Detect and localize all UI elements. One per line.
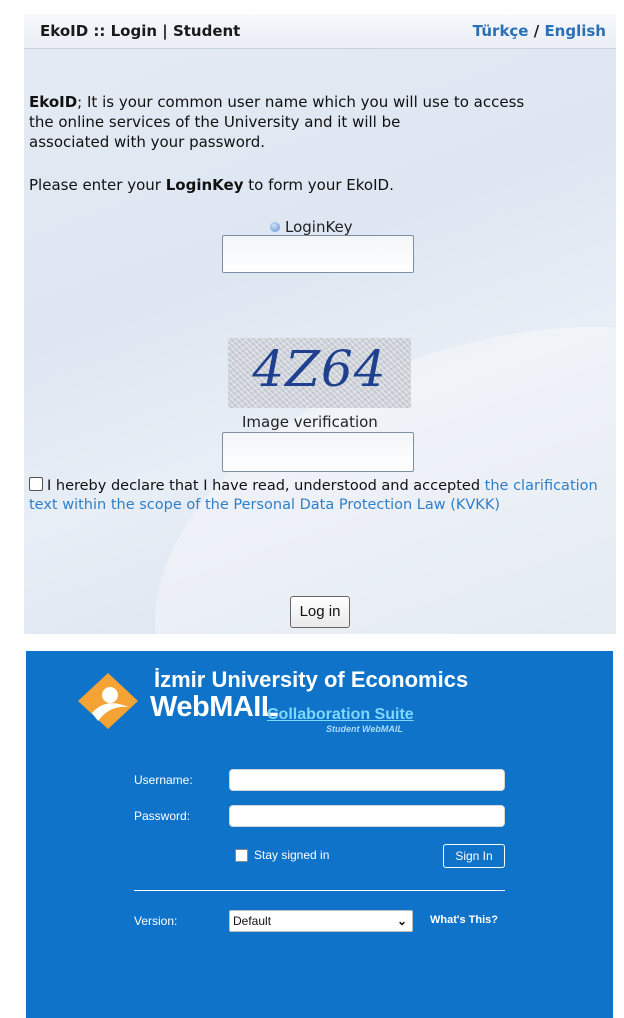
whats-this-link[interactable]: What's This? (430, 914, 498, 926)
version-select[interactable]: Default ⌄ (229, 910, 413, 932)
divider (134, 890, 505, 891)
password-label: Password: (134, 809, 191, 823)
university-name: İzmir University of Economics (154, 667, 469, 692)
version-selected-value: Default (233, 914, 272, 928)
intro-ekoid-term: EkoID (29, 93, 78, 111)
prompt-loginkey: LoginKey (165, 176, 244, 194)
prompt-post: to form your EkoID. (243, 176, 394, 194)
prompt-pre: Please enter your (29, 176, 166, 194)
version-label: Version: (134, 914, 178, 928)
student-webmail-subtitle: Student WebMAIL (326, 724, 403, 734)
intro-line-1: ; It is your common user name which you … (77, 93, 525, 111)
loginkey-input[interactable] (222, 235, 414, 273)
ekoid-header: EkoID :: Login | Student Türkçe / Englis… (24, 14, 616, 49)
page-title: EkoID :: Login | Student (40, 22, 241, 40)
password-input[interactable] (229, 805, 505, 827)
username-label: Username: (134, 773, 193, 787)
info-icon[interactable] (270, 222, 280, 232)
ekoid-intro-text: EkoID; It is your common user name which… (29, 92, 609, 152)
collaboration-suite-link[interactable]: Collaboration Suite (267, 706, 414, 724)
language-separator: / (533, 22, 540, 40)
webmail-brand: WebMAIL (150, 691, 279, 723)
chevron-down-icon: ⌄ (396, 914, 407, 928)
kvkk-checkbox[interactable] (29, 477, 43, 491)
intro-line-3: associated with your password. (29, 133, 266, 151)
stay-signed-in-checkbox[interactable] (235, 849, 248, 862)
university-logo-icon (78, 673, 138, 729)
sign-in-button[interactable]: Sign In (443, 844, 505, 868)
captcha-text: 4Z64 (252, 340, 387, 398)
webmail-login-panel: İzmir University of Economics WebMAIL Co… (26, 651, 613, 1018)
username-input[interactable] (229, 769, 505, 791)
intro-line-2: the online services of the University an… (29, 113, 401, 131)
language-english-link[interactable]: English (544, 22, 606, 40)
image-verification-label: Image verification (242, 413, 378, 431)
loginkey-label-text: LoginKey (285, 218, 353, 236)
loginkey-label: LoginKey (270, 218, 353, 236)
language-switcher: Türkçe / English (473, 22, 606, 40)
image-verification-input[interactable] (222, 432, 414, 472)
stay-signed-in-label: Stay signed in (254, 848, 330, 862)
login-button[interactable]: Log in (290, 596, 350, 628)
language-turkish-link[interactable]: Türkçe (473, 22, 529, 40)
ekoid-login-panel: EkoID :: Login | Student Türkçe / Englis… (24, 14, 616, 634)
loginkey-prompt: Please enter your LoginKey to form your … (29, 176, 394, 194)
kvkk-consent: I hereby declare that I have read, under… (29, 477, 613, 515)
captcha-image: 4Z64 (228, 338, 411, 408)
kvkk-text: I hereby declare that I have read, under… (47, 478, 485, 494)
